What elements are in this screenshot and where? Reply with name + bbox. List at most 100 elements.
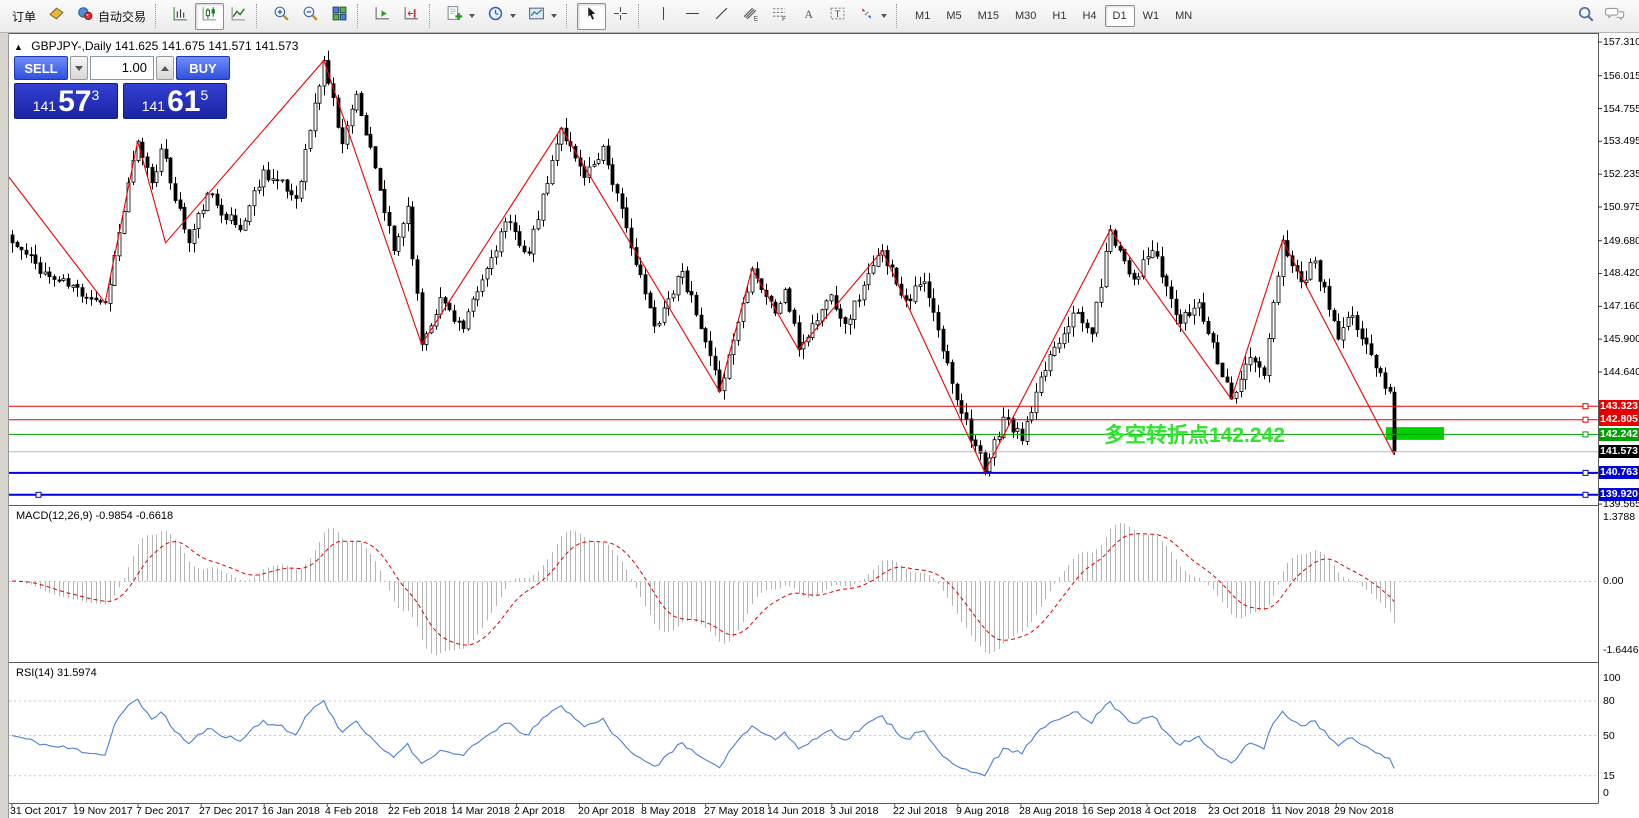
svg-text:F: F (782, 16, 786, 22)
search-icon[interactable] (1577, 5, 1595, 28)
candle (318, 86, 321, 103)
timeframe-d1[interactable]: D1 (1105, 5, 1135, 27)
zoom-in-button[interactable] (267, 3, 296, 30)
candle (1193, 308, 1196, 315)
candle (95, 298, 98, 300)
line-handle[interactable] (1583, 470, 1588, 475)
label-tool-button[interactable]: T (823, 3, 852, 30)
timeframe-m5[interactable]: M5 (938, 5, 969, 27)
crosshair-icon (612, 5, 629, 27)
candle (374, 147, 377, 168)
ohlc-readout: 141.625 141.675 141.571 141.573 (115, 39, 299, 53)
indicators-button[interactable] (440, 3, 481, 30)
candle (1184, 313, 1187, 324)
community-chat-icon[interactable] (1605, 5, 1625, 28)
auto-trading-button[interactable]: 自动交易 (71, 3, 152, 30)
candle (30, 255, 33, 256)
candle (1016, 429, 1019, 432)
candle (402, 224, 405, 238)
candle (383, 189, 386, 212)
line-handle[interactable] (1583, 404, 1588, 409)
gold-tag-icon-button[interactable] (42, 3, 71, 30)
vertical-line-icon (655, 5, 672, 27)
candle (490, 258, 493, 269)
sell-quote[interactable]: 141 57 3 (14, 83, 118, 119)
candle (1030, 412, 1033, 420)
line-handle[interactable] (1583, 417, 1588, 422)
bar-chart-button[interactable] (166, 3, 195, 30)
cursor-tool-button[interactable] (577, 3, 606, 30)
candle (1356, 316, 1359, 330)
text-tool-button[interactable]: A (794, 3, 823, 30)
line-chart-button[interactable] (224, 3, 253, 30)
timeframe-m30[interactable]: M30 (1007, 5, 1044, 27)
buy-button[interactable]: BUY (176, 56, 230, 80)
line-handle[interactable] (1583, 432, 1588, 437)
candle (700, 315, 703, 329)
date-tick-label: 19 Nov 2017 (73, 805, 133, 817)
price-tick-label: 148.420 (1603, 267, 1639, 279)
candle (1249, 357, 1252, 365)
volume-decrease-button[interactable] (70, 56, 88, 80)
candle (193, 229, 196, 243)
candle (1309, 263, 1312, 280)
periods-button[interactable] (481, 3, 522, 30)
candle (1026, 422, 1029, 442)
rsi-axis-label: 0 (1603, 787, 1639, 799)
candle (956, 384, 959, 400)
volume-input[interactable]: 1.00 (90, 56, 154, 80)
volume-increase-button[interactable] (156, 56, 174, 80)
timeframe-m1[interactable]: M1 (907, 5, 938, 27)
timeframe-m15[interactable]: M15 (970, 5, 1007, 27)
horizontal-line-icon (684, 5, 701, 27)
arrows-tool-button[interactable] (852, 3, 893, 30)
candlestick-chart-button[interactable] (195, 3, 224, 30)
zoom-out-button[interactable] (296, 3, 325, 30)
candle (1240, 379, 1243, 392)
candle (58, 280, 61, 281)
new-order-button[interactable]: 订单 (6, 3, 42, 30)
candle (309, 131, 312, 149)
candle (1337, 321, 1340, 339)
line-handle[interactable] (1583, 492, 1588, 497)
candle (1147, 257, 1150, 259)
timeframe-h4[interactable]: H4 (1074, 5, 1104, 27)
vertical-line-tool-button[interactable] (649, 3, 678, 30)
line-handle[interactable] (36, 492, 41, 497)
timeframe-mn[interactable]: MN (1167, 5, 1200, 27)
date-tick-label: 8 May 2018 (641, 805, 696, 817)
candle (295, 196, 298, 199)
arrows-icon (858, 5, 875, 27)
candle (486, 268, 489, 279)
crosshair-tool-button[interactable] (606, 3, 635, 30)
horizontal-line-tool-button[interactable] (678, 3, 707, 30)
candle (923, 282, 926, 284)
templates-button[interactable] (522, 3, 563, 30)
candle (462, 321, 465, 329)
timeframe-w1[interactable]: W1 (1135, 5, 1168, 27)
candle (602, 146, 605, 160)
candle (11, 235, 14, 243)
tile-windows-button[interactable] (325, 3, 354, 30)
equidistant-channel-tool-button[interactable]: E (736, 3, 765, 30)
candle (146, 157, 149, 168)
candle (1170, 287, 1173, 299)
candle (169, 158, 172, 183)
candle (421, 293, 424, 345)
collapse-panel-icon[interactable]: ▲ (14, 42, 23, 52)
buy-quote[interactable]: 141 61 5 (123, 83, 227, 119)
candle (25, 250, 28, 254)
auto-scroll-button[interactable] (368, 3, 397, 30)
timeframe-h1[interactable]: H1 (1044, 5, 1074, 27)
sell-button[interactable]: SELL (14, 56, 68, 80)
trendline-tool-button[interactable] (707, 3, 736, 30)
tile-windows-icon (331, 5, 348, 27)
candle (932, 299, 935, 313)
chart-shift-button[interactable] (397, 3, 426, 30)
fibonacci-tool-button[interactable]: F (765, 3, 794, 30)
chart-canvas[interactable] (0, 0, 1639, 818)
zigzag-line[interactable] (0, 61, 1394, 472)
candle (793, 310, 796, 323)
pivot-annotation-text[interactable]: 多空转折点142.242 (1104, 419, 1285, 449)
toolbar-separator (429, 4, 437, 28)
